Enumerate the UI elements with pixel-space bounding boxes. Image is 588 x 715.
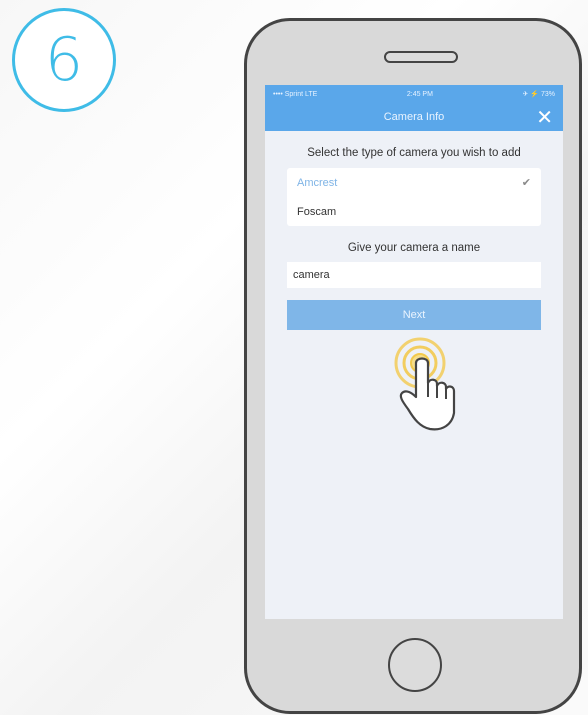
status-battery: ✈ ⚡ 73% [522,91,555,98]
camera-type-prompt: Select the type of camera you wish to ad… [307,147,521,159]
camera-type-option-label: Foscam [297,205,337,218]
checkmark-icon: ✔ [521,176,531,189]
status-time: 2:45 PM [406,90,433,98]
camera-type-option-label: Amcrest [297,176,338,189]
status-carrier: •••• Sprint LTE [273,90,318,98]
camera-type-option-amcrest[interactable]: Amcrest ✔ [287,168,541,197]
nav-title: Camera Info [383,111,445,123]
camera-name-label: Give your camera a name [347,242,481,254]
close-icon[interactable]: ✕ [536,107,553,127]
camera-type-option-foscam[interactable]: Foscam [287,197,541,226]
nav-bar: Camera Info ✕ [265,103,563,131]
next-button[interactable]: Next [287,300,541,330]
step-number-badge: 6 [12,8,116,112]
home-button[interactable] [388,638,442,692]
status-bar: •••• Sprint LTE 2:45 PM ✈ ⚡ 73% [265,85,563,103]
camera-type-list: Amcrest ✔ Foscam [287,168,541,226]
camera-name-input[interactable] [287,262,541,288]
phone-speaker [384,51,458,63]
step-number: 6 [44,25,84,95]
tap-hand-icon [394,337,456,431]
